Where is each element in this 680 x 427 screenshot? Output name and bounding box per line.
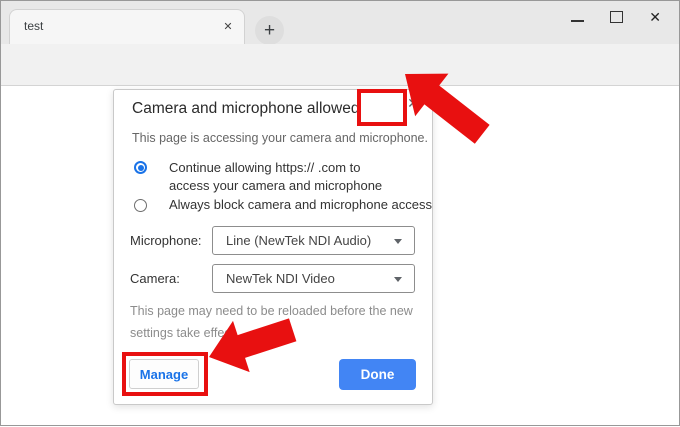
minimize-icon[interactable] bbox=[571, 20, 584, 22]
dialog-description: This page is accessing your camera and m… bbox=[132, 131, 428, 145]
done-button[interactable]: Done bbox=[339, 359, 416, 390]
tab-strip: test ✕ + ✕ bbox=[1, 1, 679, 44]
radio-always-block[interactable] bbox=[134, 199, 147, 212]
window-close-icon[interactable]: ✕ bbox=[649, 10, 661, 24]
dialog-title: Camera and microphone allowed bbox=[132, 100, 359, 118]
radio-continue-label: Continue allowing https:// .com to acces… bbox=[169, 159, 382, 195]
reload-note-line2: settings take effect. bbox=[130, 326, 237, 340]
highlight-box-camera-icon bbox=[357, 89, 407, 126]
plus-icon: + bbox=[264, 20, 275, 42]
radio-block-label: Always block camera and microphone acces… bbox=[169, 197, 432, 212]
microphone-label: Microphone: bbox=[130, 233, 202, 248]
chevron-down-icon bbox=[394, 239, 402, 244]
browser-window: test ✕ + ✕ ← → test bbox=[0, 0, 680, 426]
microphone-select[interactable]: Line (NewTek NDI Audio) bbox=[212, 226, 415, 255]
maximize-icon[interactable] bbox=[610, 11, 623, 23]
tab-title: test bbox=[24, 19, 43, 33]
new-tab-button[interactable]: + bbox=[255, 16, 284, 45]
browser-toolbar: ← → test ☆ bbox=[1, 44, 679, 86]
chevron-down-icon bbox=[394, 277, 402, 282]
tab-test[interactable]: test ✕ bbox=[9, 9, 245, 44]
radio-continue-allowing[interactable] bbox=[134, 161, 147, 174]
reload-note-line1: This page may need to be reloaded before… bbox=[130, 304, 413, 318]
camera-select[interactable]: NewTek NDI Video bbox=[212, 264, 415, 293]
highlight-box-manage-button bbox=[122, 352, 208, 396]
tab-close-icon[interactable]: ✕ bbox=[218, 16, 238, 36]
camera-label: Camera: bbox=[130, 271, 180, 286]
window-controls: ✕ bbox=[571, 1, 669, 31]
